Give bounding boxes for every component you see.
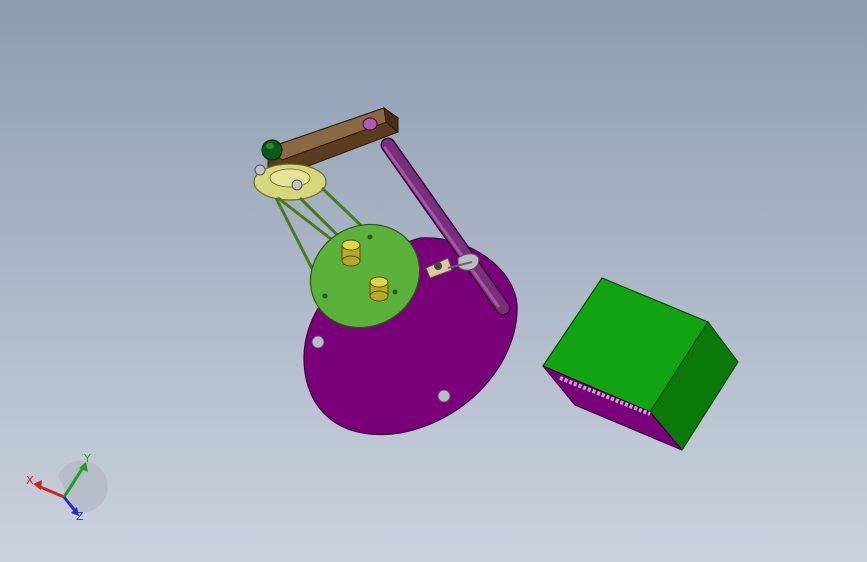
model-scene[interactable]: X Y Z [0, 0, 867, 562]
triad-y-label: Y [83, 452, 91, 465]
platform-hole-2 [392, 289, 398, 295]
triad-z-label: Z [76, 510, 84, 523]
knob[interactable] [261, 139, 283, 161]
hinge-pin [434, 262, 442, 270]
triad-x-arrow [33, 480, 42, 490]
triad-x-axis [37, 484, 65, 499]
platform-hole-3 [367, 234, 373, 240]
triad-x-label: X [26, 474, 34, 487]
pivot-disk[interactable] [253, 163, 327, 201]
knob-body [261, 139, 283, 161]
orientation-triad[interactable]: X Y Z [26, 452, 108, 523]
base-bolt-1 [311, 335, 325, 349]
pin-2-top [369, 276, 389, 288]
graphics-viewport[interactable]: X Y Z [0, 0, 867, 562]
pin-2-bottom [369, 290, 389, 302]
knob-highlight [266, 143, 274, 149]
platform-hole-1 [322, 293, 328, 299]
pivot-bolt-1 [254, 164, 266, 176]
arm-rod-hole [362, 117, 378, 131]
pin-1-bottom [341, 255, 361, 267]
pivot-disk-hub [269, 168, 311, 188]
pivot-bolt-2 [291, 179, 303, 191]
base-bolt-2 [437, 389, 451, 403]
pin-1-top [341, 239, 361, 251]
green-block[interactable] [542, 277, 739, 452]
